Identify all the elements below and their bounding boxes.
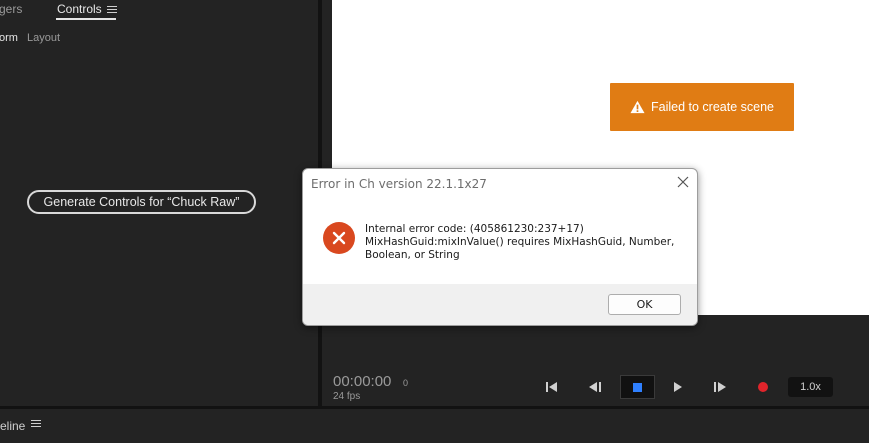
timecode: 00:00:00 bbox=[333, 373, 392, 390]
timeline-panel-header: eline bbox=[0, 406, 869, 443]
go-to-start-button[interactable] bbox=[542, 377, 562, 397]
tab-active-underline bbox=[56, 18, 116, 20]
close-icon[interactable] bbox=[676, 175, 690, 189]
frame-number: 0 bbox=[403, 378, 409, 388]
tab-controls[interactable]: Controls bbox=[57, 2, 102, 16]
play-button[interactable] bbox=[668, 377, 688, 397]
error-message-line: Internal error code: (405861230:237+17) bbox=[365, 223, 584, 235]
playback-speed-button[interactable]: 1.0x bbox=[788, 377, 833, 397]
step-back-icon bbox=[589, 382, 601, 392]
error-message-line: Boolean, or String bbox=[365, 249, 460, 261]
stop-button[interactable] bbox=[620, 375, 655, 399]
failed-scene-banner: Failed to create scene bbox=[610, 83, 794, 131]
stop-icon bbox=[633, 382, 642, 392]
error-icon bbox=[323, 222, 355, 254]
error-message: Internal error code: (405861230:237+17) … bbox=[365, 223, 685, 262]
panel-tabbar: gers Controls bbox=[0, 0, 318, 22]
tab-triggers[interactable]: gers bbox=[0, 2, 22, 16]
record-icon bbox=[758, 382, 768, 392]
dialog-title: Error in Ch version 22.1.1x27 bbox=[311, 177, 487, 191]
skip-back-icon bbox=[546, 382, 557, 392]
subtab-layout[interactable]: Layout bbox=[27, 32, 60, 44]
error-dialog: Error in Ch version 22.1.1x27 Internal e… bbox=[302, 168, 698, 326]
error-message-line: MixHashGuid:mixInValue() requires MixHas… bbox=[365, 236, 675, 248]
ok-button[interactable]: OK bbox=[608, 294, 681, 315]
fps-label: 24 fps bbox=[333, 391, 361, 402]
warning-icon bbox=[630, 100, 645, 114]
controls-panel: gers Controls orm Layout Generate Contro… bbox=[0, 0, 318, 406]
timeline-tab[interactable]: eline bbox=[0, 419, 25, 433]
subtab-transform[interactable]: orm bbox=[0, 32, 18, 44]
failed-scene-text: Failed to create scene bbox=[651, 100, 774, 114]
step-back-button[interactable] bbox=[585, 377, 605, 397]
play-icon bbox=[674, 382, 682, 392]
record-button[interactable] bbox=[753, 377, 773, 397]
step-forward-button[interactable] bbox=[710, 377, 730, 397]
timeline-menu-icon[interactable] bbox=[31, 420, 41, 428]
app-window: gers Controls orm Layout Generate Contro… bbox=[0, 0, 869, 443]
generate-controls-button[interactable]: Generate Controls for “Chuck Raw” bbox=[27, 190, 256, 214]
dialog-footer: OK bbox=[303, 284, 697, 325]
step-forward-icon bbox=[714, 382, 726, 392]
panel-menu-icon[interactable] bbox=[107, 6, 117, 14]
